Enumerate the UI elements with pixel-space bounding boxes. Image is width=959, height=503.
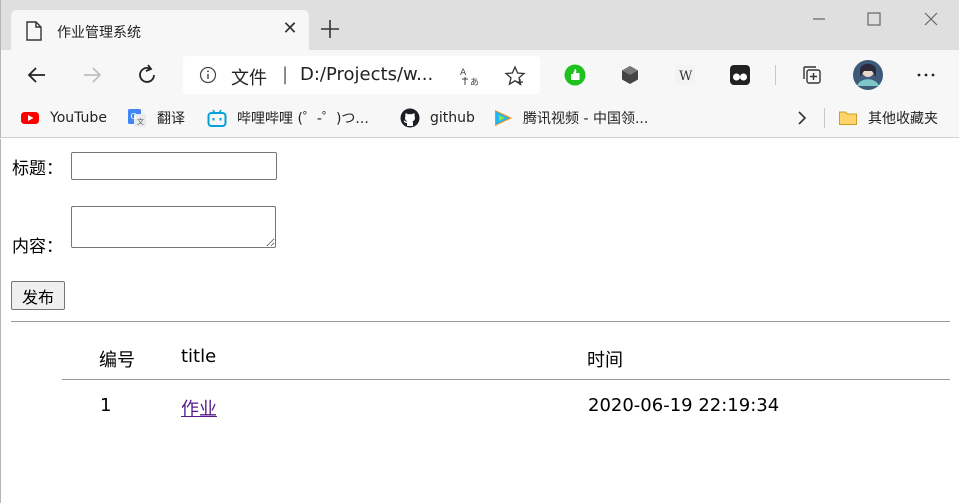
address-bar[interactable]: 文件 | D:/Projects/w... A あ <box>183 56 540 94</box>
tab-title: 作业管理系统 <box>57 25 141 41</box>
tencent-video-icon <box>495 110 512 126</box>
tampermonkey-extension-icon[interactable] <box>728 63 752 87</box>
green-extension-icon[interactable] <box>563 63 587 87</box>
address-separator: | <box>282 64 289 85</box>
forward-icon[interactable] <box>80 63 104 87</box>
github-icon <box>400 108 420 128</box>
tab-bar: 作业管理系统 ✕ <box>0 0 959 50</box>
toolbar-divider <box>775 65 776 85</box>
column-header-time: 时间 <box>587 350 623 371</box>
svg-text:あ: あ <box>470 77 479 87</box>
avatar[interactable] <box>852 59 884 91</box>
more-menu-icon[interactable] <box>914 63 938 87</box>
bookmark-youtube[interactable]: YouTube <box>20 106 107 130</box>
divider <box>11 321 950 322</box>
bookmark-label: 哔哩哔哩 (゜-゜)つ... <box>237 111 369 127</box>
title-label: 标题： <box>12 159 63 179</box>
svg-text:A: A <box>460 68 467 78</box>
publish-button[interactable]: 发布 <box>11 281 65 310</box>
collections-icon[interactable] <box>800 63 824 87</box>
maximize-icon[interactable] <box>863 8 885 30</box>
browser-tab[interactable]: 作业管理系统 ✕ <box>11 10 309 50</box>
cell-title-link[interactable]: 作业 <box>181 395 217 421</box>
column-header-title: title <box>181 346 217 367</box>
folder-icon <box>839 111 857 125</box>
bookmarks-divider <box>824 108 825 128</box>
title-input[interactable] <box>71 152 277 180</box>
refresh-icon[interactable] <box>135 63 159 87</box>
bookmark-translate[interactable]: G 文 翻译 <box>127 106 185 130</box>
bilibili-icon <box>207 109 227 127</box>
page-icon <box>26 21 42 41</box>
bookmarks-bar: YouTube G 文 翻译 哔哩哔哩 (゜-゜)つ... github 腾讯视… <box>0 100 959 138</box>
other-favorites-label: 其他收藏夹 <box>868 111 938 127</box>
address-url[interactable]: D:/Projects/w... <box>300 64 433 85</box>
content-label: 内容： <box>12 237 63 257</box>
browser-toolbar: 文件 | D:/Projects/w... A あ W <box>0 50 959 100</box>
wikipedia-extension-icon[interactable]: W <box>673 63 697 87</box>
cube-extension-icon[interactable] <box>618 63 642 87</box>
cell-id: 1 <box>100 395 112 416</box>
bookmark-tencent-video[interactable]: 腾讯视频 - 中国领... <box>493 106 648 130</box>
page-content: 标题： 内容： 发布 编号 title 时间 1 作业 2020-06-19 2… <box>0 139 959 503</box>
youtube-icon <box>21 112 39 124</box>
info-icon[interactable] <box>199 66 217 84</box>
table-header-divider <box>62 379 950 380</box>
svg-text:文: 文 <box>137 117 144 126</box>
address-scheme-label: 文件 <box>231 68 267 89</box>
bookmark-label: 腾讯视频 - 中国领... <box>523 111 649 127</box>
svg-text:W: W <box>679 69 693 84</box>
tab-close-icon[interactable]: ✕ <box>281 20 299 38</box>
svg-text:G: G <box>131 112 137 121</box>
favorite-star-icon[interactable] <box>504 65 526 87</box>
bookmark-bilibili[interactable]: 哔哩哔哩 (゜-゜)つ... <box>207 106 369 130</box>
read-aloud-icon[interactable]: A あ <box>459 65 481 87</box>
bookmark-label: YouTube <box>50 110 107 126</box>
bookmark-github[interactable]: github <box>400 106 475 130</box>
minimize-icon[interactable] <box>808 8 830 30</box>
column-header-id: 编号 <box>99 350 135 371</box>
content-textarea[interactable] <box>71 206 276 248</box>
close-window-icon[interactable] <box>920 8 942 30</box>
translate-icon: G 文 <box>128 109 146 127</box>
chevron-right-icon[interactable] <box>794 109 810 127</box>
back-icon[interactable] <box>25 63 49 87</box>
new-tab-icon[interactable] <box>319 18 341 40</box>
other-favorites-folder[interactable]: 其他收藏夹 <box>838 106 938 130</box>
bookmark-label: github <box>430 110 475 126</box>
cell-time: 2020-06-19 22:19:34 <box>588 395 780 416</box>
bookmark-label: 翻译 <box>157 111 185 127</box>
